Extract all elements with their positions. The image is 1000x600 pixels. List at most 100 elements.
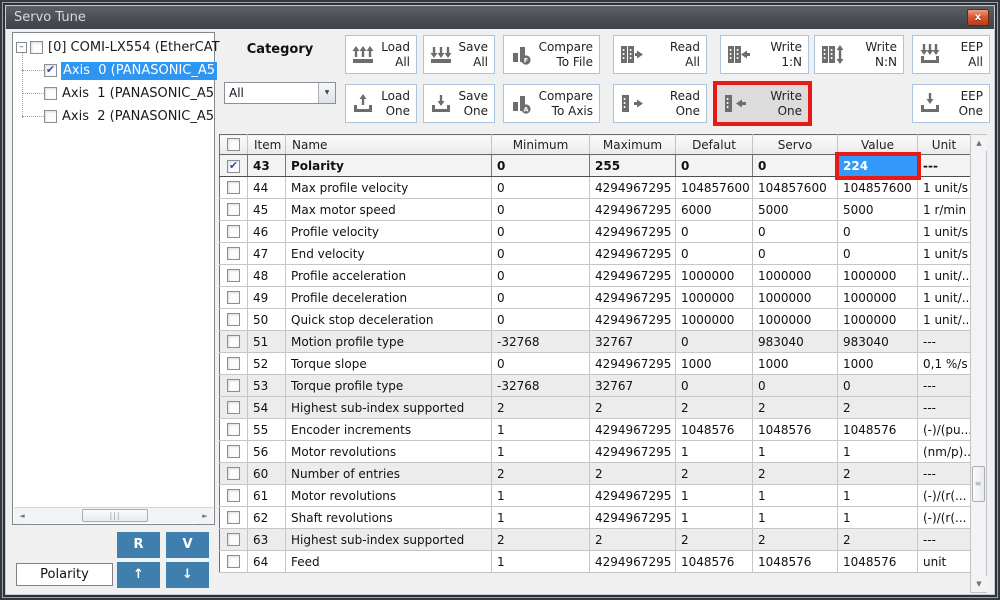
- axis-checkbox[interactable]: [44, 110, 57, 123]
- chevron-down-icon[interactable]: ▼: [318, 83, 335, 103]
- cell-value[interactable]: 1000000: [838, 287, 918, 309]
- tree-horizontal-scrollbar[interactable]: ◄ ||| ►: [14, 507, 213, 523]
- v-button[interactable]: V: [166, 532, 209, 558]
- row-checkbox-cell[interactable]: [220, 397, 248, 419]
- collapse-icon[interactable]: –: [16, 42, 27, 53]
- scroll-left-icon[interactable]: ◄: [14, 508, 30, 524]
- row-checkbox-cell[interactable]: [220, 441, 248, 463]
- column-header-maximum[interactable]: Maximum: [590, 135, 676, 155]
- r-button[interactable]: R: [117, 532, 160, 558]
- axis-checkbox[interactable]: [44, 64, 57, 77]
- cell-maximum: 2: [590, 397, 676, 419]
- cell-value[interactable]: 1: [838, 507, 918, 529]
- row-checkbox-cell[interactable]: [220, 353, 248, 375]
- scrollbar-thumb[interactable]: ≡: [972, 466, 985, 502]
- cell-value[interactable]: 1000: [838, 353, 918, 375]
- parameter-name-field[interactable]: Polarity: [16, 563, 113, 586]
- compare-to-axis-button[interactable]: A Compare To Axis: [503, 84, 600, 123]
- row-checkbox-cell[interactable]: [220, 507, 248, 529]
- row-checkbox-cell[interactable]: [220, 309, 248, 331]
- cell-minimum: 0: [492, 309, 590, 331]
- cell-value[interactable]: 1048576: [838, 551, 918, 573]
- row-checkbox-cell[interactable]: [220, 155, 248, 177]
- tree-node-axis-2[interactable]: Axis 2 (PANASONIC_A5: [44, 107, 214, 126]
- row-checkbox-cell[interactable]: [220, 331, 248, 353]
- read-one-button[interactable]: Read One: [613, 84, 707, 123]
- titlebar[interactable]: Servo Tune x: [6, 6, 994, 29]
- cell-value[interactable]: 2: [838, 529, 918, 551]
- row-checkbox-cell[interactable]: [220, 529, 248, 551]
- write-nn-button[interactable]: Write N:N: [814, 35, 904, 74]
- row-checkbox-cell[interactable]: [220, 199, 248, 221]
- select-all-header[interactable]: [220, 135, 248, 155]
- eep-all-button[interactable]: EEP All: [912, 35, 990, 74]
- column-header-name[interactable]: Name: [286, 135, 492, 155]
- up-button[interactable]: ↑: [117, 562, 160, 588]
- cell-maximum: 4294967295: [590, 485, 676, 507]
- row-checkbox-cell[interactable]: [220, 485, 248, 507]
- cell-value[interactable]: 0: [838, 221, 918, 243]
- column-header-defalut[interactable]: Defalut: [676, 135, 753, 155]
- read-all-button[interactable]: Read All: [613, 35, 707, 74]
- tree-node-controller[interactable]: – [0] COMI-LX554 (EtherCAT: [16, 38, 220, 57]
- row-checkbox-cell[interactable]: [220, 265, 248, 287]
- save-one-icon: [424, 91, 458, 117]
- row-checkbox-cell[interactable]: [220, 375, 248, 397]
- compare-to-file-button[interactable]: F Compare To File: [503, 35, 600, 74]
- grid-vertical-scrollbar[interactable]: ▲ ≡ ▼: [970, 134, 987, 593]
- scrollbar-thumb[interactable]: |||: [82, 509, 148, 522]
- row-checkbox-cell[interactable]: [220, 463, 248, 485]
- cell-value[interactable]: 5000: [838, 199, 918, 221]
- cell-unit: 1 r/min: [918, 199, 971, 221]
- cell-value[interactable]: 2: [838, 463, 918, 485]
- scroll-right-icon[interactable]: ►: [197, 508, 213, 524]
- tree-node-axis-1[interactable]: Axis 1 (PANASONIC_A5: [44, 84, 214, 103]
- row-checkbox-cell[interactable]: [220, 177, 248, 199]
- load-all-button[interactable]: Load All: [345, 35, 417, 74]
- down-button[interactable]: ↓: [166, 562, 209, 588]
- cell-value[interactable]: 0: [838, 375, 918, 397]
- column-header-item[interactable]: Item: [248, 135, 286, 155]
- row-checkbox-cell[interactable]: [220, 243, 248, 265]
- cell-value[interactable]: 1000000: [838, 265, 918, 287]
- cell-value[interactable]: 983040: [838, 331, 918, 353]
- row-checkbox-cell[interactable]: [220, 419, 248, 441]
- cell-value[interactable]: 0: [838, 243, 918, 265]
- row-checkbox-cell[interactable]: [220, 287, 248, 309]
- row-checkbox-cell[interactable]: [220, 551, 248, 573]
- cell-defalut: 1048576: [676, 551, 753, 573]
- cell-minimum: -32768: [492, 375, 590, 397]
- cell-servo: 1: [753, 485, 838, 507]
- column-header-servo[interactable]: Servo: [753, 135, 838, 155]
- column-header-unit[interactable]: Unit: [918, 135, 971, 155]
- cell-maximum: 4294967295: [590, 353, 676, 375]
- cell-value[interactable]: 104857600: [838, 177, 918, 199]
- close-icon[interactable]: x: [967, 9, 989, 26]
- category-dropdown[interactable]: All ▼: [224, 82, 336, 104]
- column-header-minimum[interactable]: Minimum: [492, 135, 590, 155]
- table-row: 63 Highest sub-index supported 2 2 2 2 2…: [220, 529, 971, 551]
- scroll-up-icon[interactable]: ▲: [971, 135, 987, 151]
- eep-one-button[interactable]: EEP One: [912, 84, 990, 123]
- save-one-button[interactable]: Save One: [423, 84, 495, 123]
- controller-checkbox[interactable]: [30, 41, 43, 54]
- row-checkbox-cell[interactable]: [220, 221, 248, 243]
- cell-value[interactable]: 1048576: [838, 419, 918, 441]
- cell-value[interactable]: 224: [838, 155, 918, 177]
- write-one-button[interactable]: Write One: [716, 84, 809, 123]
- cell-value[interactable]: 1000000: [838, 309, 918, 331]
- save-all-button[interactable]: Save All: [423, 35, 495, 74]
- cell-item: 50: [248, 309, 286, 331]
- column-header-value[interactable]: Value: [838, 135, 918, 155]
- axis-checkbox[interactable]: [44, 87, 57, 100]
- tree-node-axis-0[interactable]: Axis 0 (PANASONIC_A5: [44, 61, 217, 80]
- cell-value[interactable]: 1: [838, 485, 918, 507]
- scroll-down-icon[interactable]: ▼: [971, 576, 987, 592]
- write-1n-button[interactable]: Write 1:N: [720, 35, 809, 74]
- cell-value[interactable]: 1: [838, 441, 918, 463]
- row-checkbox: [227, 555, 240, 568]
- table-row: 46 Profile velocity 0 4294967295 0 0 0 1…: [220, 221, 971, 243]
- cell-minimum: 0: [492, 221, 590, 243]
- load-one-button[interactable]: Load One: [345, 84, 417, 123]
- cell-value[interactable]: 2: [838, 397, 918, 419]
